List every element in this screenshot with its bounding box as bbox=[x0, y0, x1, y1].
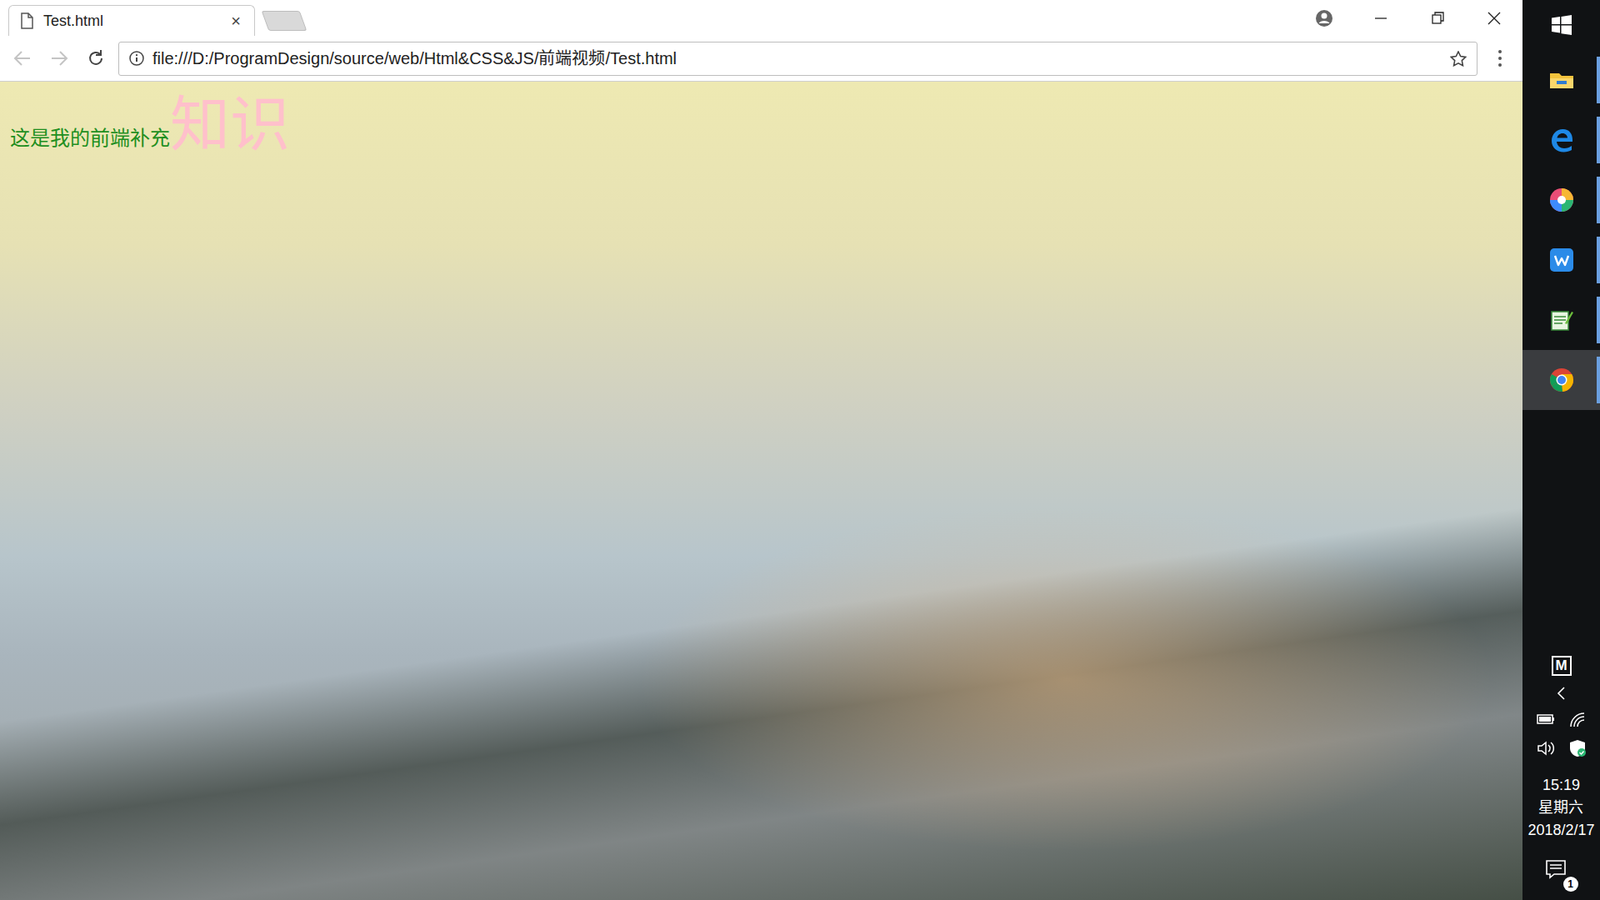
notepad-icon bbox=[1548, 306, 1575, 334]
new-tab-button[interactable] bbox=[261, 10, 308, 31]
wps-icon bbox=[1548, 246, 1575, 274]
chrome-icon bbox=[1548, 366, 1575, 394]
battery-icon[interactable] bbox=[1536, 710, 1555, 730]
url-text: file:///D:/ProgramDesign/source/web/Html… bbox=[152, 45, 1442, 71]
clock-time: 15:19 bbox=[1527, 774, 1595, 797]
restore-icon[interactable] bbox=[1409, 0, 1466, 36]
security-icon[interactable] bbox=[1568, 739, 1587, 758]
clock-weekday: 星期六 bbox=[1527, 796, 1595, 820]
taskbar-app[interactable] bbox=[1522, 110, 1600, 170]
forward-icon[interactable] bbox=[45, 44, 74, 73]
windows-start-icon[interactable] bbox=[1522, 0, 1600, 50]
photos-icon bbox=[1548, 186, 1575, 214]
tab-title: Test.html bbox=[43, 10, 220, 33]
page-emphasis: 知识 bbox=[170, 90, 290, 158]
taskbar-app[interactable] bbox=[1522, 50, 1600, 110]
page-content: 这是我的前端补充知识 bbox=[0, 81, 1523, 900]
info-icon[interactable] bbox=[129, 50, 145, 66]
edge-icon bbox=[1548, 126, 1575, 154]
minimize-icon[interactable] bbox=[1352, 0, 1410, 36]
page-text: 这是我的前端补充 bbox=[10, 126, 170, 150]
menu-icon[interactable] bbox=[1485, 44, 1515, 73]
taskbar-app[interactable] bbox=[1522, 350, 1600, 410]
clock[interactable]: 15:19星期六2018/2/17 bbox=[1527, 774, 1595, 842]
taskbar-app[interactable] bbox=[1522, 170, 1600, 230]
tray-row bbox=[1536, 739, 1587, 758]
running-indicator bbox=[1596, 116, 1600, 164]
account-icon[interactable] bbox=[1295, 0, 1353, 36]
action-center-button[interactable]: 1 bbox=[1545, 858, 1579, 892]
reload-icon[interactable] bbox=[81, 44, 110, 73]
browser-tab[interactable]: Test.html × bbox=[8, 5, 255, 36]
explorer-icon bbox=[1548, 66, 1575, 94]
running-indicator bbox=[1596, 296, 1600, 344]
running-indicator bbox=[1596, 176, 1600, 224]
volume-icon[interactable] bbox=[1536, 739, 1555, 758]
tray-row bbox=[1536, 710, 1587, 730]
show-hidden-icons-icon[interactable] bbox=[1555, 685, 1568, 701]
tab-close-button[interactable]: × bbox=[227, 12, 245, 30]
taskbar-app[interactable] bbox=[1522, 290, 1600, 350]
running-indicator bbox=[1596, 356, 1600, 404]
notification-badge: 1 bbox=[1563, 876, 1579, 892]
page-heading: 这是我的前端补充知识 bbox=[0, 81, 1523, 158]
tray-app[interactable]: M bbox=[1551, 655, 1572, 676]
wifi-icon[interactable] bbox=[1568, 710, 1587, 730]
address-bar[interactable]: file:///D:/ProgramDesign/source/web/Html… bbox=[118, 41, 1478, 76]
taskbar: M 15:19星期六2018/2/17 1 bbox=[1522, 0, 1600, 900]
browser-toolbar: file:///D:/ProgramDesign/source/web/Html… bbox=[0, 35, 1523, 82]
notification-icon bbox=[1545, 858, 1567, 880]
system-tray: M 15:19星期六2018/2/17 1 bbox=[1522, 655, 1600, 900]
page-icon bbox=[19, 12, 35, 30]
tab-strip: Test.html × bbox=[0, 0, 1523, 36]
close-window-icon[interactable] bbox=[1465, 0, 1523, 36]
running-indicator bbox=[1596, 56, 1600, 104]
taskbar-app[interactable] bbox=[1522, 230, 1600, 290]
browser-window: Test.html × file:///D:/ProgramDesign/sourc… bbox=[0, 0, 1523, 900]
bookmark-star-icon[interactable] bbox=[1450, 50, 1467, 67]
clock-date: 2018/2/17 bbox=[1527, 819, 1595, 842]
running-indicator bbox=[1596, 236, 1600, 284]
back-icon[interactable] bbox=[8, 44, 37, 73]
